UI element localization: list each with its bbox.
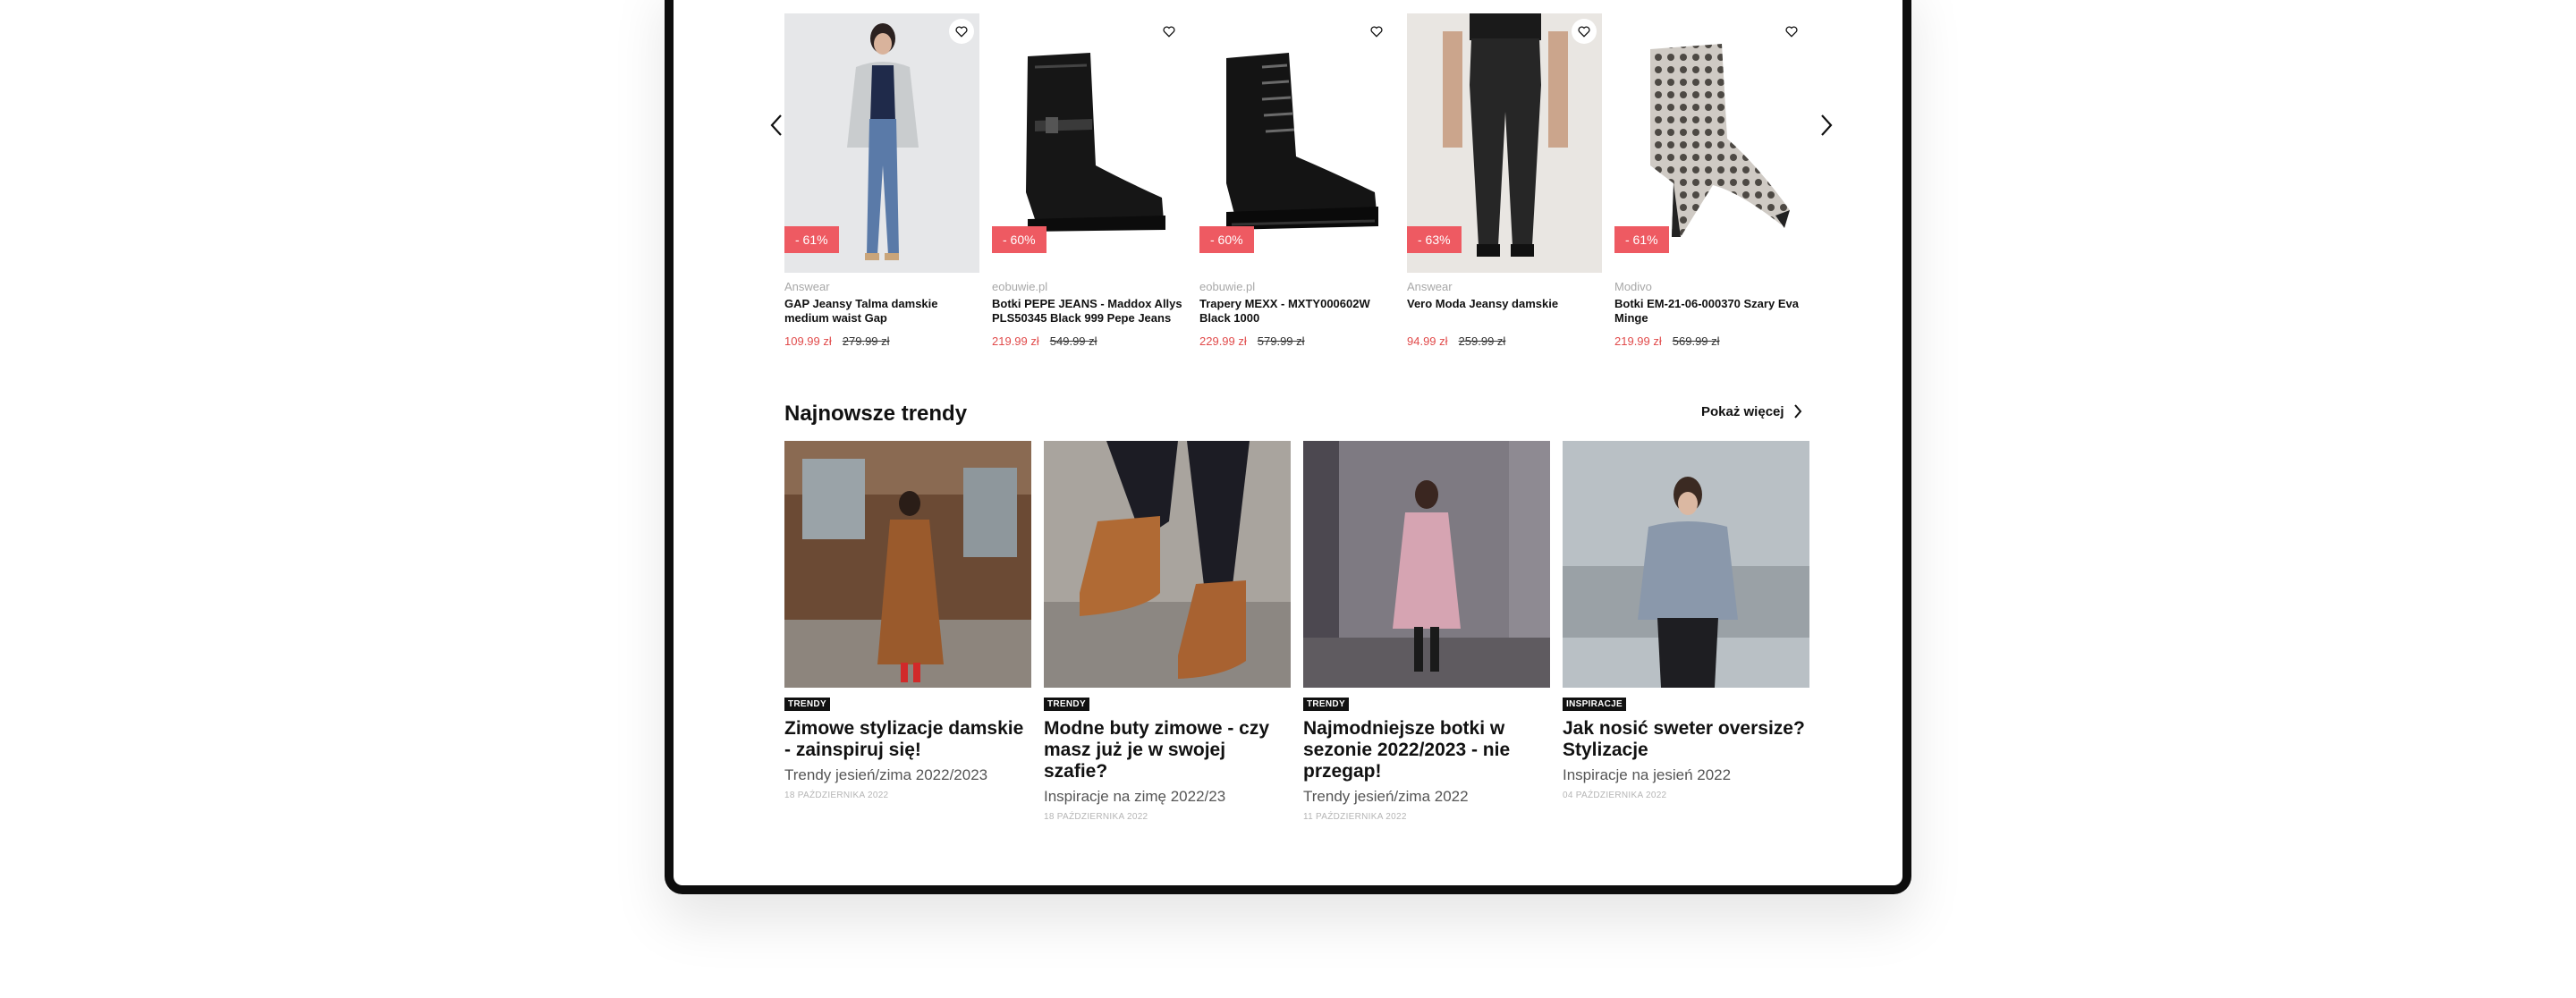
article-image[interactable] [784,441,1031,688]
product-name[interactable]: Trapery MEXX - MXTY000602W Black 1000 [1199,297,1394,327]
discount-badge: - 61% [784,226,839,253]
product-name[interactable]: Botki EM-21-06-000370 Szary Eva Minge [1614,297,1809,327]
product-card[interactable]: - 60% eobuwie.pl Botki PEPE JEANS - Madd… [992,13,1187,348]
article-title[interactable]: Jak nosić sweter oversize? Stylizacje [1563,718,1809,761]
product-prices: 219.99 zł 569.99 zł [1614,334,1809,348]
article-tag: TRENDY [1303,698,1349,711]
price-new: 94.99 zł [1407,334,1448,348]
heart-icon [1785,26,1798,38]
price-old: 569.99 zł [1672,334,1720,348]
product-store: Answear [1407,280,1453,293]
favorite-button[interactable] [1779,19,1804,44]
product-prices: 109.99 zł 279.99 zł [784,334,979,348]
chevron-left-icon [770,114,782,136]
product-prices: 229.99 zł 579.99 zł [1199,334,1394,348]
product-image[interactable]: - 61% [1614,13,1809,273]
device-frame: - 61% Answear GAP Jeansy Talma damskie m… [665,0,1911,894]
price-new: 109.99 zł [784,334,832,348]
article-image[interactable] [1044,441,1291,688]
product-card[interactable]: - 63% Answear Vero Moda Jeansy damskie 9… [1407,13,1602,348]
product-card[interactable]: - 60% eobuwie.pl Trapery MEXX - MXTY0006… [1199,13,1394,348]
price-new: 219.99 zł [1614,334,1662,348]
article-date: 18 PAŹDZIERNIKA 2022 [1044,812,1148,822]
carousel-next-button[interactable] [1809,107,1844,143]
article-subtitle: Trendy jesień/zima 2022 [1303,788,1469,805]
article-date: 11 PAŹDZIERNIKA 2022 [1303,812,1407,822]
article-title[interactable]: Najmodniejsze botki w sezonie 2022/2023 … [1303,718,1550,782]
product-name[interactable]: Vero Moda Jeansy damskie [1407,297,1602,327]
favorite-button[interactable] [949,19,974,44]
chevron-right-icon [1793,404,1801,419]
article-card[interactable]: INSPIRACJE Jak nosić sweter oversize? St… [1563,441,1809,800]
product-image[interactable]: - 61% [784,13,979,273]
heart-icon [955,26,968,38]
price-new: 219.99 zł [992,334,1039,348]
chevron-right-icon [1821,114,1833,136]
favorite-button[interactable] [1572,19,1597,44]
article-image[interactable] [1303,441,1550,688]
product-store: Answear [784,280,830,293]
show-more-label: Pokaż więcej [1701,403,1784,419]
price-old: 579.99 zł [1257,334,1305,348]
discount-badge: - 61% [1614,226,1669,253]
price-old: 549.99 zł [1049,334,1097,348]
article-card[interactable]: TRENDY Zimowe stylizacje damskie - zains… [784,441,1031,800]
article-date: 04 PAŹDZIERNIKA 2022 [1563,791,1667,800]
heart-icon [1370,26,1383,38]
price-new: 229.99 zł [1199,334,1247,348]
article-image[interactable] [1563,441,1809,688]
article-card[interactable]: TRENDY Modne buty zimowe - czy masz już … [1044,441,1291,822]
show-more-link[interactable]: Pokaż więcej [1701,403,1802,419]
screen: - 61% Answear GAP Jeansy Talma damskie m… [674,0,1902,885]
product-prices: 219.99 zł 549.99 zł [992,334,1187,348]
product-prices: 94.99 zł 259.99 zł [1407,334,1602,348]
heart-icon [1163,26,1175,38]
product-store: eobuwie.pl [992,280,1048,293]
article-title[interactable]: Zimowe stylizacje damskie - zainspiruj s… [784,718,1031,761]
discount-badge: - 63% [1407,226,1462,253]
price-old: 279.99 zł [842,334,890,348]
article-tag: TRENDY [1044,698,1089,711]
heart-icon [1578,26,1590,38]
product-name[interactable]: GAP Jeansy Talma damskie medium waist Ga… [784,297,979,327]
article-subtitle: Inspiracje na zimę 2022/23 [1044,788,1226,805]
article-subtitle: Inspiracje na jesień 2022 [1563,766,1732,783]
product-card[interactable]: - 61% Modivo Botki EM-21-06-000370 Szary… [1614,13,1809,348]
article-subtitle: Trendy jesień/zima 2022/2023 [784,766,988,783]
article-tag: INSPIRACJE [1563,698,1627,711]
section-title: Najnowsze trendy [784,402,968,426]
article-tag: TRENDY [784,698,830,711]
product-image[interactable]: - 60% [992,13,1187,273]
article-date: 18 PAŹDZIERNIKA 2022 [784,791,889,800]
product-image[interactable]: - 63% [1407,13,1602,273]
discount-badge: - 60% [1199,226,1254,253]
product-name[interactable]: Botki PEPE JEANS - Maddox Allys PLS50345… [992,297,1187,327]
product-card[interactable]: - 61% Answear GAP Jeansy Talma damskie m… [784,13,979,348]
discount-badge: - 60% [992,226,1046,253]
article-card[interactable]: TRENDY Najmodniejsze botki w sezonie 202… [1303,441,1550,822]
price-old: 259.99 zł [1458,334,1506,348]
favorite-button[interactable] [1157,19,1182,44]
product-store: Modivo [1614,280,1652,293]
product-image[interactable]: - 60% [1199,13,1394,273]
article-title[interactable]: Modne buty zimowe - czy masz już je w sw… [1044,718,1291,782]
favorite-button[interactable] [1364,19,1389,44]
product-store: eobuwie.pl [1199,280,1256,293]
